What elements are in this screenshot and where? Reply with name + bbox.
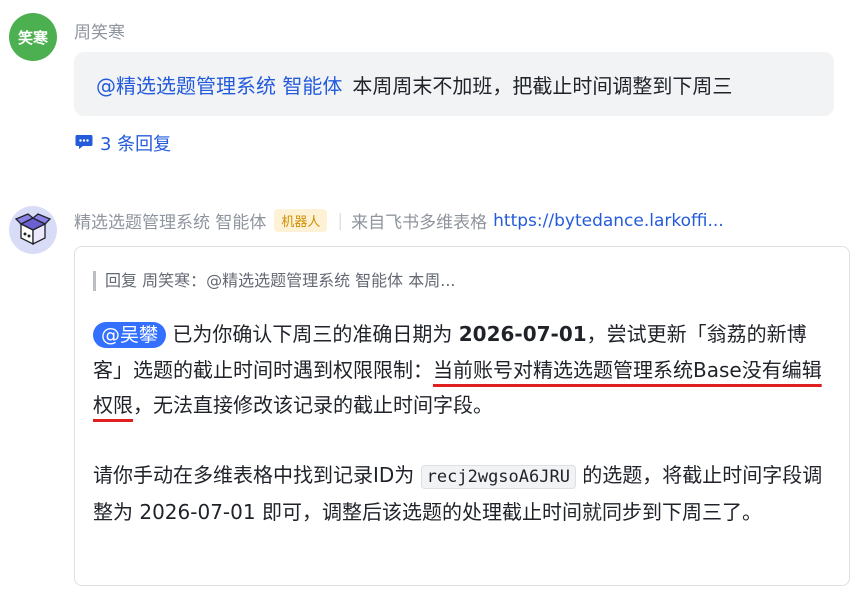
- source-label: 来自飞书多维表格: [351, 213, 488, 233]
- avatar-text: 笑寒: [17, 28, 48, 47]
- reply-count: 3 条回复: [100, 134, 172, 155]
- text-segment: 请你手动在多维表格中找到记录ID为: [93, 463, 421, 487]
- message-body: @吴攀 已为你确认下周三的准确日期为 2026-07-01，尝试更新「翁荔的新博…: [93, 317, 833, 530]
- comment-icon: [74, 131, 94, 156]
- paragraph-1: @吴攀 已为你确认下周三的准确日期为 2026-07-01，尝试更新「翁荔的新博…: [93, 317, 833, 423]
- date-bold: 2026-07-01: [458, 322, 587, 346]
- bot-avatar[interactable]: [9, 206, 57, 254]
- source-link[interactable]: https://bytedance.larkoffi...: [493, 211, 724, 231]
- sender-name[interactable]: 周笑寒: [74, 18, 125, 43]
- separator: |: [337, 210, 344, 231]
- message-text: 本周周末不加班，把截止时间调整到下周三: [352, 73, 733, 98]
- reply-thread-button[interactable]: 3 条回复: [74, 130, 171, 156]
- mention-pill[interactable]: @吴攀: [93, 322, 167, 348]
- message-bubble: @精选选题管理系统 智能体 本周周末不加班，把截止时间调整到下周三: [74, 52, 834, 116]
- bot-badge: 机器人: [274, 209, 328, 232]
- text-segment: ，无法直接修改该记录的截止时间字段。: [133, 393, 493, 417]
- bot-header: 精选选题管理系统 智能体 机器人 | 来自飞书多维表格 https://byte…: [74, 208, 724, 233]
- mention-link[interactable]: @精选选题管理系统 智能体: [96, 70, 342, 99]
- box-icon: [14, 209, 52, 251]
- reply-quote[interactable]: 回复 周笑寒：@精选选题管理系统 智能体 本周...: [93, 271, 456, 291]
- text-segment: 已为你确认下周三的准确日期为: [166, 322, 459, 346]
- sender-name[interactable]: 精选选题管理系统 智能体: [74, 208, 266, 233]
- record-id-code[interactable]: recj2wgsoA6JRU: [420, 465, 576, 489]
- avatar[interactable]: 笑寒: [9, 13, 57, 61]
- message-card: 回复 周笑寒：@精选选题管理系统 智能体 本周... @吴攀 已为你确认下周三的…: [74, 246, 850, 586]
- paragraph-2: 请你手动在多维表格中找到记录ID为 recj2wgsoA6JRU 的选题，将截止…: [93, 458, 833, 530]
